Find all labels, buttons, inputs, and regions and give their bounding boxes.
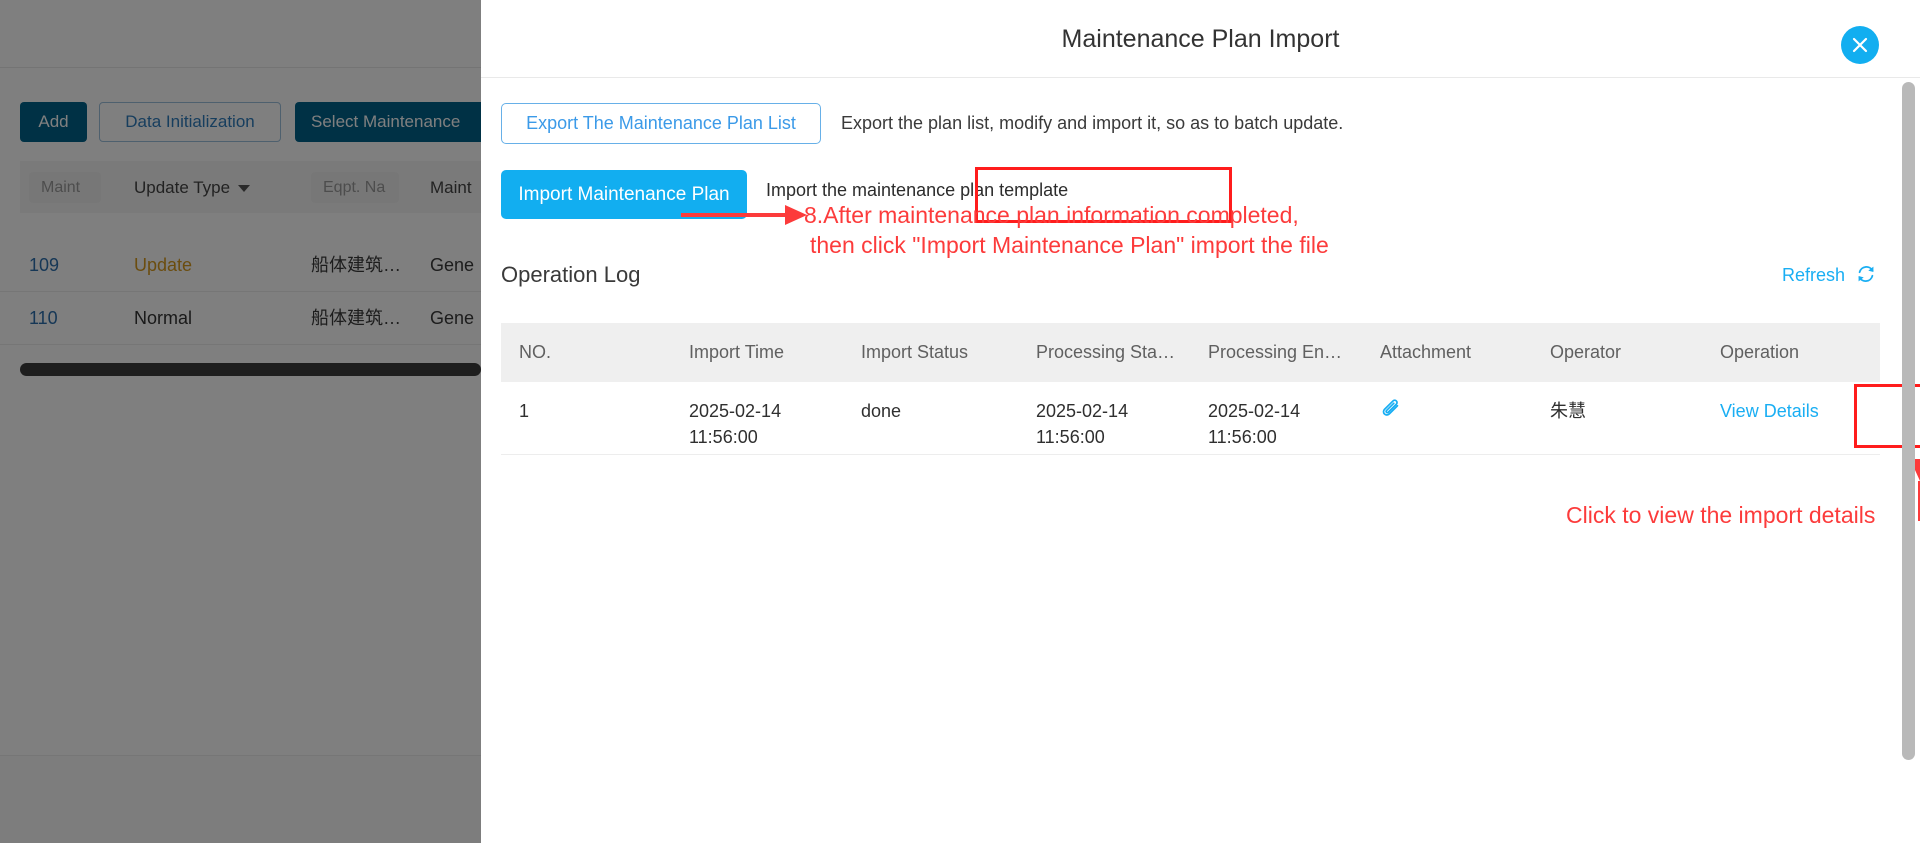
export-description: Export the plan list, modify and import … — [841, 113, 1344, 133]
view-details-link[interactable]: View Details — [1720, 401, 1819, 421]
column-header-import-status[interactable]: Import Status — [843, 323, 1018, 382]
column-header-no[interactable]: NO. — [501, 323, 671, 382]
table-header-row: NO. Import Time Import Status Processing… — [501, 323, 1880, 382]
cell-import-time: 2025-02-14 11:56:00 — [689, 401, 782, 447]
annotation-step-8: 8.After maintenance plan information com… — [804, 200, 1329, 260]
cell-operator: 朱慧 — [1550, 401, 1586, 421]
cell-processing-start: 2025-02-14 11:56:00 — [1036, 401, 1129, 447]
close-icon[interactable] — [1841, 26, 1879, 64]
cell-processing-end: 2025-02-14 11:56:00 — [1208, 401, 1301, 447]
operation-log-table: NO. Import Time Import Status Processing… — [501, 323, 1880, 455]
refresh-icon — [1858, 266, 1874, 282]
cell-attachment — [1362, 382, 1532, 454]
annotation-view-details-hint: Click to view the import details — [1566, 502, 1876, 528]
operation-log-title: Operation Log — [501, 262, 641, 287]
modal-backdrop-overlay[interactable] — [0, 0, 481, 843]
column-header-processing-end[interactable]: Processing En… — [1190, 323, 1362, 382]
column-header-attachment[interactable]: Attachment — [1362, 323, 1532, 382]
export-maintenance-plan-list-button[interactable]: Export The Maintenance Plan List — [501, 103, 821, 144]
cell-no: 1 — [519, 401, 530, 421]
column-header-operator[interactable]: Operator — [1532, 323, 1702, 382]
maintenance-plan-import-dialog: Maintenance Plan Import Export The Maint… — [481, 0, 1920, 843]
vertical-scrollbar[interactable] — [1902, 82, 1915, 760]
annotation-arrow-right — [681, 205, 807, 225]
refresh-label: Refresh — [1781, 265, 1845, 285]
column-header-operation[interactable]: Operation — [1702, 323, 1880, 382]
dialog-title: Maintenance Plan Import — [1061, 25, 1340, 53]
annotation-step-8-line2: then click "Import Maintenance Plan" imp… — [810, 232, 1329, 258]
column-header-import-time[interactable]: Import Time — [671, 323, 843, 382]
paperclip-icon[interactable] — [1380, 399, 1402, 424]
refresh-button[interactable]: Refresh — [1782, 264, 1876, 286]
annotation-step-8-line1: 8.After maintenance plan information com… — [804, 202, 1299, 228]
table-row[interactable]: 1 2025-02-14 11:56:00 done 2025-02-14 11… — [501, 382, 1880, 455]
dialog-header: Maintenance Plan Import — [481, 0, 1920, 78]
column-header-processing-start[interactable]: Processing Sta… — [1018, 323, 1190, 382]
cell-import-status: done — [861, 401, 902, 421]
